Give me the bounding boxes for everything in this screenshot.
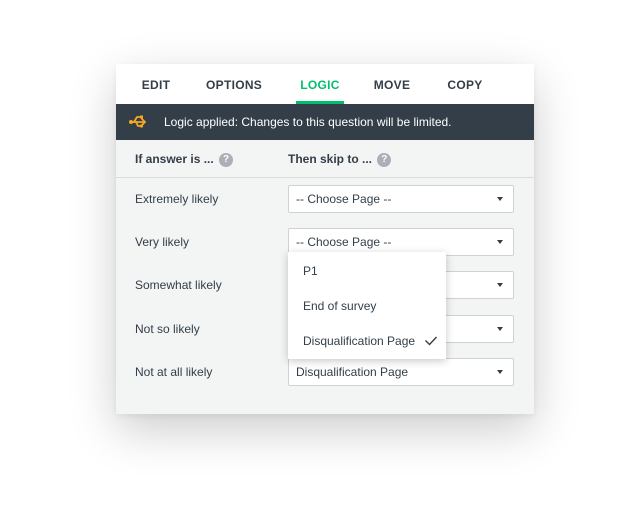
tab-options[interactable]: OPTIONS: [206, 64, 262, 104]
tab-copy-label: COPY: [447, 78, 483, 92]
dropdown-option-disqualification-page[interactable]: Disqualification Page: [303, 331, 415, 351]
answer-label-not-at-all-likely: Not at all likely: [135, 365, 213, 379]
tab-move-label: MOVE: [373, 78, 411, 92]
tab-bar: EDIT OPTIONS LOGIC MOVE COPY: [116, 64, 534, 104]
caret-down-icon: [497, 283, 503, 287]
tab-logic[interactable]: LOGIC: [296, 64, 344, 104]
page-dropdown-menu: P1 End of survey Disqualification Page: [288, 252, 446, 359]
skip-select-value: Disqualification Page: [296, 365, 409, 379]
dropdown-option-p1[interactable]: P1: [303, 261, 318, 281]
answer-label-very-likely: Very likely: [135, 235, 190, 249]
help-icon[interactable]: ?: [219, 153, 234, 167]
logic-applied-banner: Logic applied: Changes to this question …: [116, 104, 534, 140]
skip-column-header: Then skip to ... ?: [288, 140, 392, 178]
caret-down-icon: [497, 240, 503, 244]
tab-edit-label: EDIT: [141, 78, 171, 92]
tab-options-label: OPTIONS: [206, 78, 263, 92]
skip-column-label: Then skip to ...: [288, 152, 373, 166]
question-logic-panel: EDIT OPTIONS LOGIC MOVE COPY Logic appli…: [116, 64, 534, 414]
tab-logic-label: LOGIC: [300, 78, 340, 92]
caret-down-icon: [497, 327, 503, 331]
answer-label-somewhat-likely: Somewhat likely: [135, 278, 222, 292]
header-divider: [116, 177, 534, 178]
skip-select-not-at-all-likely[interactable]: Disqualification Page: [288, 358, 514, 386]
caret-down-icon: [497, 370, 503, 374]
answer-label-extremely-likely: Extremely likely: [135, 192, 219, 206]
tab-copy[interactable]: COPY: [446, 64, 484, 104]
answer-label-not-so-likely: Not so likely: [135, 322, 200, 336]
help-icon[interactable]: ?: [377, 153, 392, 167]
answer-column-header: If answer is ... ?: [135, 140, 234, 178]
tab-move[interactable]: MOVE: [373, 64, 411, 104]
dropdown-option-end-of-survey[interactable]: End of survey: [303, 296, 376, 316]
checkmark-icon: [425, 336, 438, 346]
skip-select-value: -- Choose Page --: [296, 192, 392, 206]
usb-logic-icon: [129, 115, 146, 128]
skip-select-extremely-likely[interactable]: -- Choose Page --: [288, 185, 514, 213]
banner-text: Logic applied: Changes to this question …: [164, 115, 452, 129]
answer-column-label: If answer is ...: [135, 152, 214, 166]
tab-edit[interactable]: EDIT: [138, 64, 174, 104]
caret-down-icon: [497, 197, 503, 201]
